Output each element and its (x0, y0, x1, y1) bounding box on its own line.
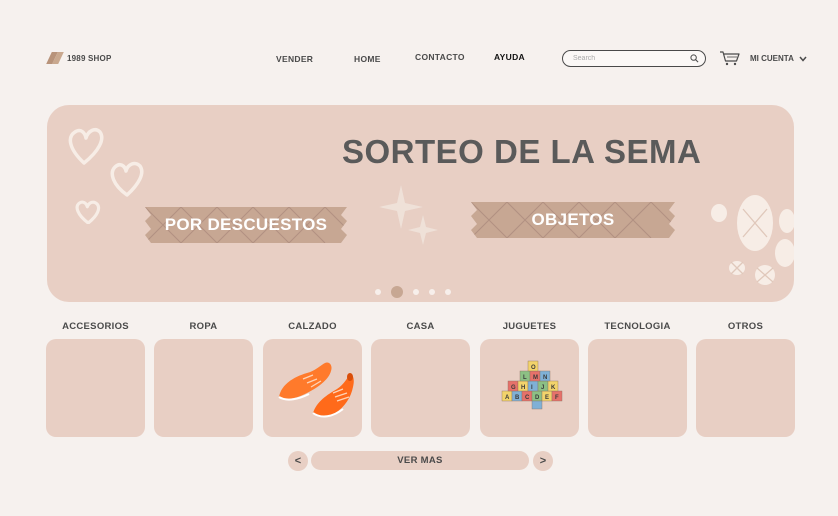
svg-text:G: G (511, 385, 516, 391)
header: 1989 SHOP VENDER HOME CONTACTO AYUDA MI … (0, 0, 838, 110)
category-calzado: CALZADO (263, 321, 362, 437)
category-label[interactable]: CALZADO (263, 321, 362, 335)
account-menu[interactable]: MI CUENTA (750, 54, 807, 63)
sparkle-icon (379, 185, 438, 245)
svg-text:F: F (555, 395, 559, 401)
banner-title: SORTEO DE LA SEMA (342, 133, 702, 170)
category-label[interactable]: ACCESORIOS (46, 321, 145, 335)
category-label[interactable]: JUGUETES (480, 321, 579, 335)
cart-icon[interactable] (719, 50, 741, 66)
category-otros: OTROS (696, 321, 795, 437)
logo-text: 1989 SHOP (67, 53, 112, 63)
account-label: MI CUENTA (750, 54, 794, 63)
nav-home[interactable]: HOME (354, 54, 381, 64)
category-card[interactable] (696, 339, 795, 437)
svg-text:B: B (515, 395, 520, 401)
category-casa: CASA (371, 321, 470, 437)
svg-text:E: E (545, 395, 549, 401)
svg-text:O: O (531, 365, 536, 371)
category-tecnologia: TECNOLOGIA (588, 321, 687, 437)
category-card[interactable]: ABC DEF GHI JK LMN O (480, 339, 579, 437)
carousel-dot[interactable] (413, 289, 419, 295)
carousel-dot[interactable] (445, 289, 451, 295)
carousel-dot[interactable] (375, 289, 381, 295)
svg-text:J: J (541, 385, 544, 391)
search-icon[interactable] (690, 53, 699, 63)
nav-vender[interactable]: VENDER (276, 54, 313, 64)
carousel-dot[interactable] (429, 289, 435, 295)
category-card[interactable] (588, 339, 687, 437)
category-card[interactable] (154, 339, 253, 437)
category-label[interactable]: OTROS (696, 321, 795, 335)
svg-text:A: A (505, 395, 510, 401)
category-card[interactable] (46, 339, 145, 437)
carousel-dots (375, 286, 451, 298)
nav-ayuda[interactable]: AYUDA (494, 52, 525, 62)
logo-mark-icon (46, 52, 64, 64)
search-box[interactable] (562, 50, 706, 67)
category-label[interactable]: CASA (371, 321, 470, 335)
sneakers-icon (278, 362, 354, 418)
category-accesorios: ACCESORIOS (46, 321, 145, 437)
category-ropa: ROPA (154, 321, 253, 437)
tape-right[interactable]: OBJETOS (471, 202, 675, 238)
carousel-dot-active[interactable] (391, 286, 403, 298)
nav-contacto[interactable]: CONTACTO (415, 52, 465, 62)
logo[interactable]: 1989 SHOP (46, 52, 112, 64)
svg-text:M: M (533, 375, 538, 381)
svg-text:L: L (523, 375, 527, 381)
tape-left-label: POR DESCUESTOS (164, 215, 328, 234)
category-card[interactable] (371, 339, 470, 437)
category-label[interactable]: ROPA (154, 321, 253, 335)
search-input[interactable] (573, 53, 683, 64)
next-button[interactable]: > (533, 451, 553, 471)
category-label[interactable]: TECNOLOGIA (588, 321, 687, 335)
svg-text:N: N (543, 375, 547, 381)
promo-banner[interactable]: SORTEO DE LA SEMA POR DESCUESTOS OBJETOS (47, 105, 794, 302)
tape-right-label: OBJETOS (531, 210, 615, 229)
svg-text:H: H (521, 385, 525, 391)
svg-text:C: C (525, 395, 530, 401)
chevron-down-icon[interactable] (799, 56, 807, 62)
svg-text:K: K (551, 385, 556, 391)
toy-blocks-icon: ABC DEF GHI JK LMN O (501, 360, 563, 410)
category-card[interactable] (263, 339, 362, 437)
category-juguetes: JUGUETES ABC D E F G H I J K L M N O (480, 321, 579, 437)
tape-left[interactable]: POR DESCUESTOS (145, 207, 347, 243)
paw-prints-icon (711, 195, 794, 285)
svg-text:D: D (535, 395, 540, 401)
ver-mas-button[interactable]: VER MAS (311, 451, 529, 470)
prev-button[interactable]: < (288, 451, 308, 471)
